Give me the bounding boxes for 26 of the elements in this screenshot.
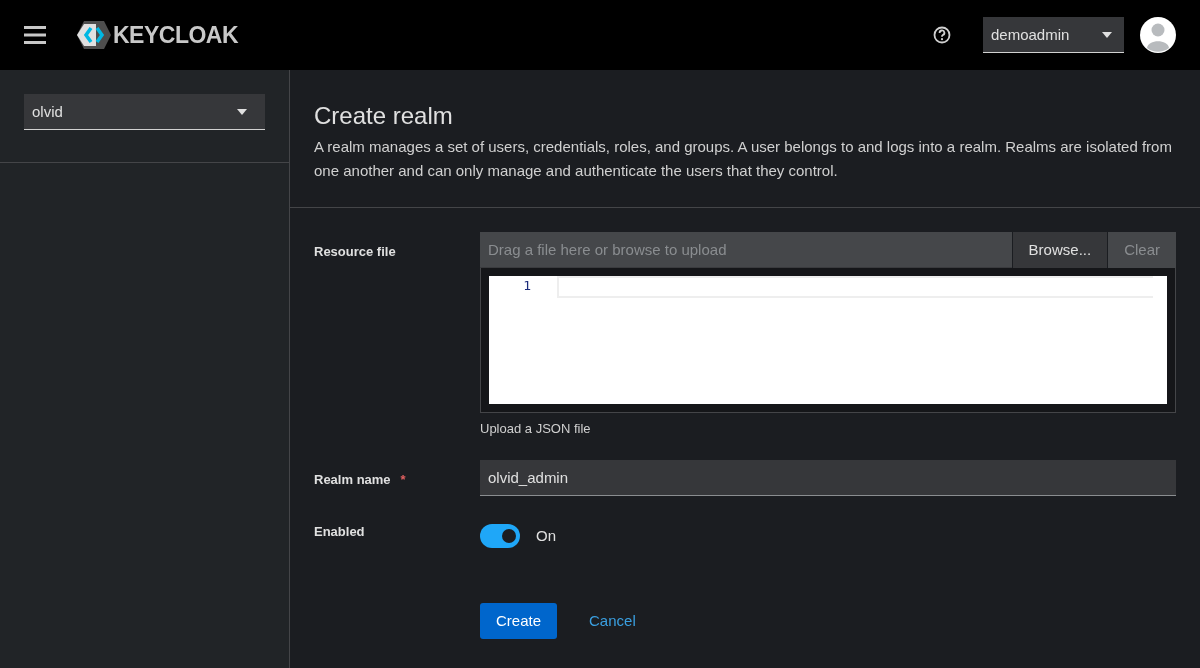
help-icon [933, 26, 951, 44]
code-editor[interactable]: 1 [489, 275, 1167, 404]
required-mark: * [400, 471, 406, 487]
toggle-state-text: On [536, 527, 556, 545]
helper-text: Upload a JSON file [480, 420, 592, 436]
menu-button[interactable] [24, 26, 46, 44]
create-button[interactable]: Create [480, 602, 558, 639]
menu-icon [24, 26, 46, 44]
avatar-icon[interactable] [1140, 17, 1176, 53]
field-label: Resource file [314, 243, 396, 259]
field-label: Enabled [314, 523, 365, 539]
browse-button[interactable]: Browse... [1011, 231, 1108, 268]
caret-icon [1102, 31, 1112, 38]
page-description: A realm manages a set of users, credentials, roles, and groups. A user belongs to and logs into a realm. Realms are isolated from one another and can only manage and authenticate the users that they control. [314, 136, 1173, 181]
field-label: Realm name [314, 471, 391, 487]
realm-name-field[interactable]: olvid_admin [480, 459, 1176, 496]
logo-text: KEYCLOAK [113, 21, 239, 49]
caret-icon [237, 108, 247, 115]
cancel-link[interactable]: Cancel [573, 612, 652, 630]
user-menu[interactable]: demoadmin [983, 17, 1124, 53]
realm-selector[interactable]: olvid [24, 94, 265, 130]
enabled-toggle[interactable] [480, 523, 520, 548]
help-button[interactable] [933, 26, 951, 44]
line-number: 1 [523, 276, 531, 295]
logo-icon [76, 20, 112, 50]
page-title: Create realm [314, 102, 454, 131]
